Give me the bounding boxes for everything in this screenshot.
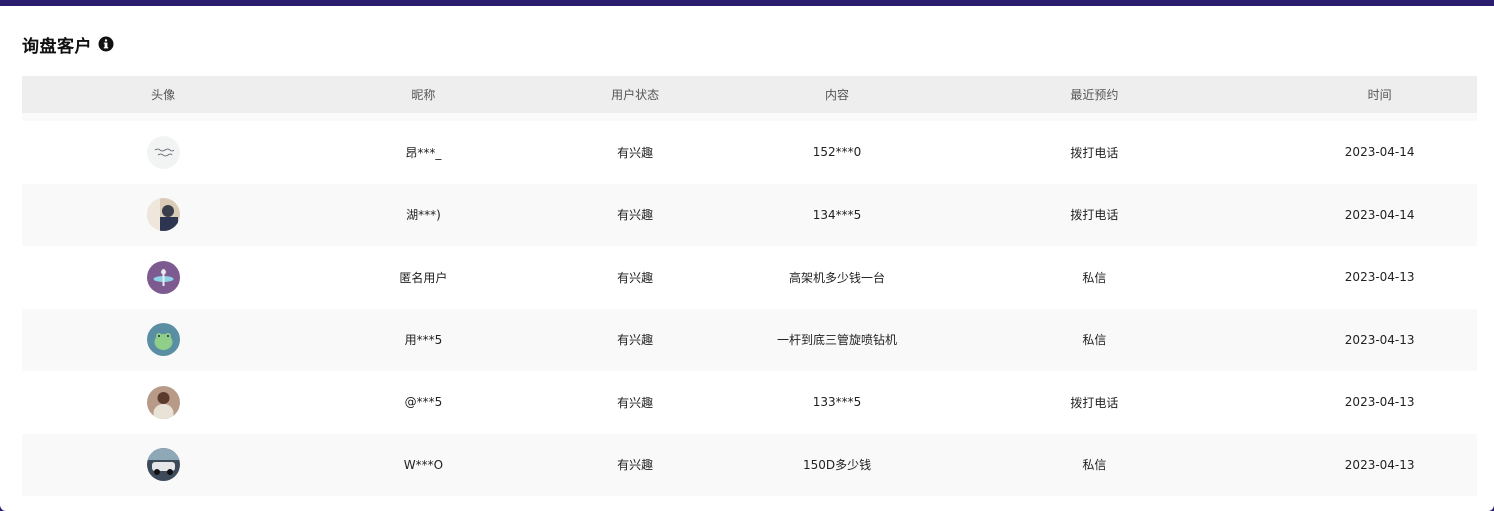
status-cell: 有兴趣 [617,333,654,348]
avatar[interactable] [146,198,180,232]
info-circle-icon[interactable] [98,36,114,52]
avatar[interactable] [146,260,180,294]
recent-appointment-cell: 拨打电话 [1070,395,1119,410]
status-cell: 有兴趣 [617,270,654,285]
avatar[interactable] [146,385,180,419]
avatar-cell [22,385,304,419]
nickname-cell: W***O [403,457,444,472]
header-avatar: 头像 [151,88,176,102]
header-time: 时间 [1367,88,1392,102]
table-row[interactable]: 用***5 有兴趣 一杆到底三管旋喷钻机 私信 2023-04-13 [22,308,1477,371]
inquiry-table: 头像 昵称 用户状态 内容 最近预约 时间 昂***_ 有兴趣 152***0 … [22,76,1477,496]
header-recent-appointment: 最近预约 [1070,88,1119,102]
table-row[interactable]: @***5 有兴趣 133***5 拨打电话 2023-04-13 [22,371,1477,434]
header-content: 内容 [825,88,850,102]
table-row[interactable]: 匿名用户 有兴趣 高架机多少钱一台 私信 2023-04-13 [22,246,1477,309]
time-cell: 2023-04-13 [1344,395,1415,410]
table-row[interactable]: 昂***_ 有兴趣 152***0 拨打电话 2023-04-14 [22,121,1477,184]
recent-appointment-cell: 私信 [1082,458,1107,473]
time-cell: 2023-04-13 [1344,457,1415,472]
table-header: 头像 昵称 用户状态 内容 最近预约 时间 [22,76,1477,121]
content-cell: 高架机多少钱一台 [789,270,886,285]
status-cell: 有兴趣 [617,145,654,160]
time-cell: 2023-04-14 [1344,207,1415,222]
recent-appointment-cell: 私信 [1082,270,1107,285]
table-row[interactable]: 湖***) 有兴趣 134***5 拨打电话 2023-04-14 [22,183,1477,246]
avatar-cell [22,448,304,482]
nickname-cell: 昂***_ [405,145,442,160]
content-cell: 134***5 [812,207,862,222]
avatar[interactable] [146,448,180,482]
header-nickname: 昵称 [411,88,436,102]
time-cell: 2023-04-14 [1344,145,1415,160]
avatar-cell [22,260,304,294]
content-cell: 一杆到底三管旋喷钻机 [777,333,898,348]
avatar[interactable] [146,135,180,169]
content-cell: 150D多少钱 [802,458,872,473]
status-cell: 有兴趣 [617,395,654,410]
content-cell: 133***5 [812,395,862,410]
nickname-cell: 匿名用户 [399,270,448,285]
time-cell: 2023-04-13 [1344,332,1415,347]
status-cell: 有兴趣 [617,458,654,473]
avatar-cell [22,198,304,232]
content-cell: 152***0 [812,145,862,160]
header-user-status: 用户状态 [611,88,660,102]
avatar-cell [22,323,304,357]
nickname-cell: 用***5 [404,333,443,348]
nickname-cell: 湖***) [406,208,441,223]
panel-header: 询盘客户 [22,32,114,57]
inquiry-customers-panel: 询盘客户 头像 昵称 用户状态 内容 最近预约 时间 昂***_ 有兴趣 152… [0,6,1494,511]
panel-title: 询盘客户 [22,36,92,57]
recent-appointment-cell: 拨打电话 [1070,145,1119,160]
time-cell: 2023-04-13 [1344,270,1415,285]
avatar-cell [22,135,304,169]
nickname-cell: @***5 [404,395,443,410]
status-cell: 有兴趣 [617,208,654,223]
table-row[interactable]: W***O 有兴趣 150D多少钱 私信 2023-04-13 [22,433,1477,496]
avatar[interactable] [146,323,180,357]
recent-appointment-cell: 拨打电话 [1070,208,1119,223]
recent-appointment-cell: 私信 [1082,333,1107,348]
